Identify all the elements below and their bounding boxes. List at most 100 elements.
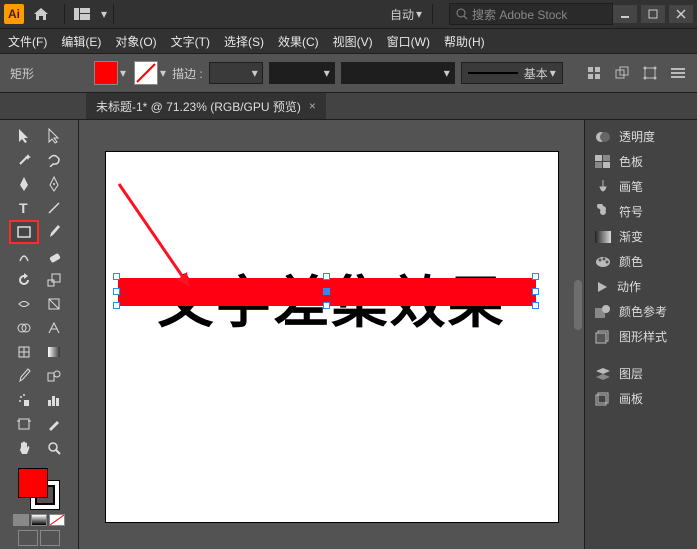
panel-graphic-styles[interactable]: 图形样式 — [585, 324, 697, 349]
line-tool-icon[interactable] — [39, 196, 69, 220]
menu-file[interactable]: 文件(F) — [8, 33, 47, 50]
menu-type[interactable]: 文字(T) — [171, 33, 210, 50]
panel-actions[interactable]: 动作 — [585, 274, 697, 299]
symbol-sprayer-tool-icon[interactable] — [9, 388, 39, 412]
search-input[interactable]: 搜索 Adobe Stock — [449, 3, 613, 25]
eyedropper-tool-icon[interactable] — [9, 364, 39, 388]
paintbrush-tool-icon[interactable] — [39, 220, 69, 244]
selection-tool-icon[interactable] — [9, 124, 39, 148]
draw-mode-icon[interactable] — [18, 530, 38, 546]
direct-selection-tool-icon[interactable] — [39, 124, 69, 148]
hand-tool-icon[interactable] — [9, 436, 39, 460]
transform-icon[interactable] — [641, 64, 659, 82]
auto-label: 自动 — [390, 6, 414, 23]
color-mode-row — [13, 514, 65, 526]
chevron-down-icon[interactable]: ▾ — [101, 7, 107, 21]
width-tool-icon[interactable] — [9, 292, 39, 316]
curvature-tool-icon[interactable] — [39, 172, 69, 196]
home-icon[interactable] — [30, 3, 52, 25]
fill-stroke-indicator[interactable] — [16, 466, 62, 512]
lasso-tool-icon[interactable] — [39, 148, 69, 172]
panel-label: 动作 — [617, 278, 641, 295]
screen-mode-icon[interactable] — [40, 530, 60, 546]
canvas-area[interactable]: 文字差集效果 — [79, 120, 584, 549]
stroke-weight-input[interactable]: ▾ — [209, 62, 263, 84]
close-button[interactable] — [669, 5, 693, 23]
brush-definition-dropdown[interactable]: ▾ — [341, 62, 455, 84]
column-graph-tool-icon[interactable] — [39, 388, 69, 412]
rectangle-tool-icon[interactable] — [9, 220, 39, 244]
zoom-tool-icon[interactable] — [39, 436, 69, 460]
pen-tool-icon[interactable] — [9, 172, 39, 196]
chevron-down-icon[interactable]: ▾ — [160, 66, 166, 80]
panel-brushes[interactable]: 画笔 — [585, 174, 697, 199]
panel-label: 透明度 — [619, 128, 655, 145]
gradient-tool-icon[interactable] — [39, 340, 69, 364]
search-icon — [456, 8, 468, 20]
search-placeholder: 搜索 Adobe Stock — [472, 6, 567, 23]
panel-label: 图形样式 — [619, 328, 667, 345]
menu-view[interactable]: 视图(V) — [333, 33, 373, 50]
panel-color[interactable]: 颜色 — [585, 249, 697, 274]
eraser-tool-icon[interactable] — [39, 244, 69, 268]
control-bar: 矩形 ▾ ▾ 描边 : ▾ ▾ ▾ 基本 ▾ — [0, 54, 697, 93]
menu-edit[interactable]: 编辑(E) — [61, 33, 101, 50]
fill-swatch[interactable] — [94, 61, 118, 85]
mesh-tool-icon[interactable] — [9, 340, 39, 364]
main-area: T — [0, 120, 697, 549]
panel-artboards[interactable]: 画板 — [585, 386, 697, 411]
panel-label: 符号 — [619, 203, 643, 220]
panel-symbols[interactable]: 符号 — [585, 199, 697, 224]
chevron-down-icon[interactable]: ▾ — [120, 66, 126, 80]
shaper-tool-icon[interactable] — [9, 244, 39, 268]
blend-tool-icon[interactable] — [39, 364, 69, 388]
menu-window[interactable]: 窗口(W) — [387, 33, 430, 50]
shape-mode-icon[interactable] — [613, 64, 631, 82]
type-tool-icon[interactable]: T — [9, 196, 39, 220]
free-transform-tool-icon[interactable] — [39, 292, 69, 316]
menu-select[interactable]: 选择(S) — [224, 33, 264, 50]
chevron-down-icon: ▾ — [416, 7, 422, 21]
menu-effect[interactable]: 效果(C) — [278, 33, 319, 50]
panel-transparency[interactable]: 透明度 — [585, 124, 697, 149]
panel-label: 渐变 — [619, 228, 643, 245]
slice-tool-icon[interactable] — [39, 412, 69, 436]
layout-icon[interactable] — [71, 3, 93, 25]
stroke-swatch[interactable] — [134, 61, 158, 85]
profile-label: 基本 — [524, 65, 548, 82]
variable-width-dropdown[interactable]: ▾ — [269, 62, 335, 84]
document-tab-bar: 未标题-1* @ 71.23% (RGB/GPU 预览) × — [0, 93, 697, 120]
profile-dropdown[interactable]: 基本 ▾ — [461, 62, 563, 84]
vertical-scrollbar[interactable] — [574, 280, 582, 330]
menu-object[interactable]: 对象(O) — [115, 33, 156, 50]
maximize-button[interactable] — [641, 5, 665, 23]
selected-rectangle[interactable] — [118, 278, 536, 306]
toolbox: T — [0, 120, 79, 549]
svg-text:T: T — [19, 201, 28, 215]
menu-icon[interactable] — [669, 64, 687, 82]
artboard[interactable]: 文字差集效果 — [106, 152, 558, 522]
rotate-tool-icon[interactable] — [9, 268, 39, 292]
auto-dropdown[interactable]: 自动 ▾ — [386, 3, 426, 25]
perspective-grid-tool-icon[interactable] — [39, 316, 69, 340]
close-icon[interactable]: × — [309, 99, 316, 113]
panel-gradient[interactable]: 渐变 — [585, 224, 697, 249]
artboard-tool-icon[interactable] — [9, 412, 39, 436]
none-mode-icon[interactable] — [49, 514, 65, 526]
panel-swatches[interactable]: 色板 — [585, 149, 697, 174]
screen-mode-row — [18, 530, 60, 546]
gradient-mode-icon[interactable] — [31, 514, 47, 526]
panel-layers[interactable]: 图层 — [585, 361, 697, 386]
panel-color-guide[interactable]: 颜色参考 — [585, 299, 697, 324]
magic-wand-tool-icon[interactable] — [9, 148, 39, 172]
panel-label: 颜色参考 — [619, 303, 667, 320]
menu-help[interactable]: 帮助(H) — [444, 33, 485, 50]
shape-indicator: 矩形 — [10, 65, 34, 82]
align-icon[interactable] — [585, 64, 603, 82]
shape-builder-tool-icon[interactable] — [9, 316, 39, 340]
fill-color-icon[interactable] — [18, 468, 48, 498]
color-mode-icon[interactable] — [13, 514, 29, 526]
minimize-button[interactable] — [613, 5, 637, 23]
document-tab[interactable]: 未标题-1* @ 71.23% (RGB/GPU 预览) × — [86, 93, 326, 119]
scale-tool-icon[interactable] — [39, 268, 69, 292]
